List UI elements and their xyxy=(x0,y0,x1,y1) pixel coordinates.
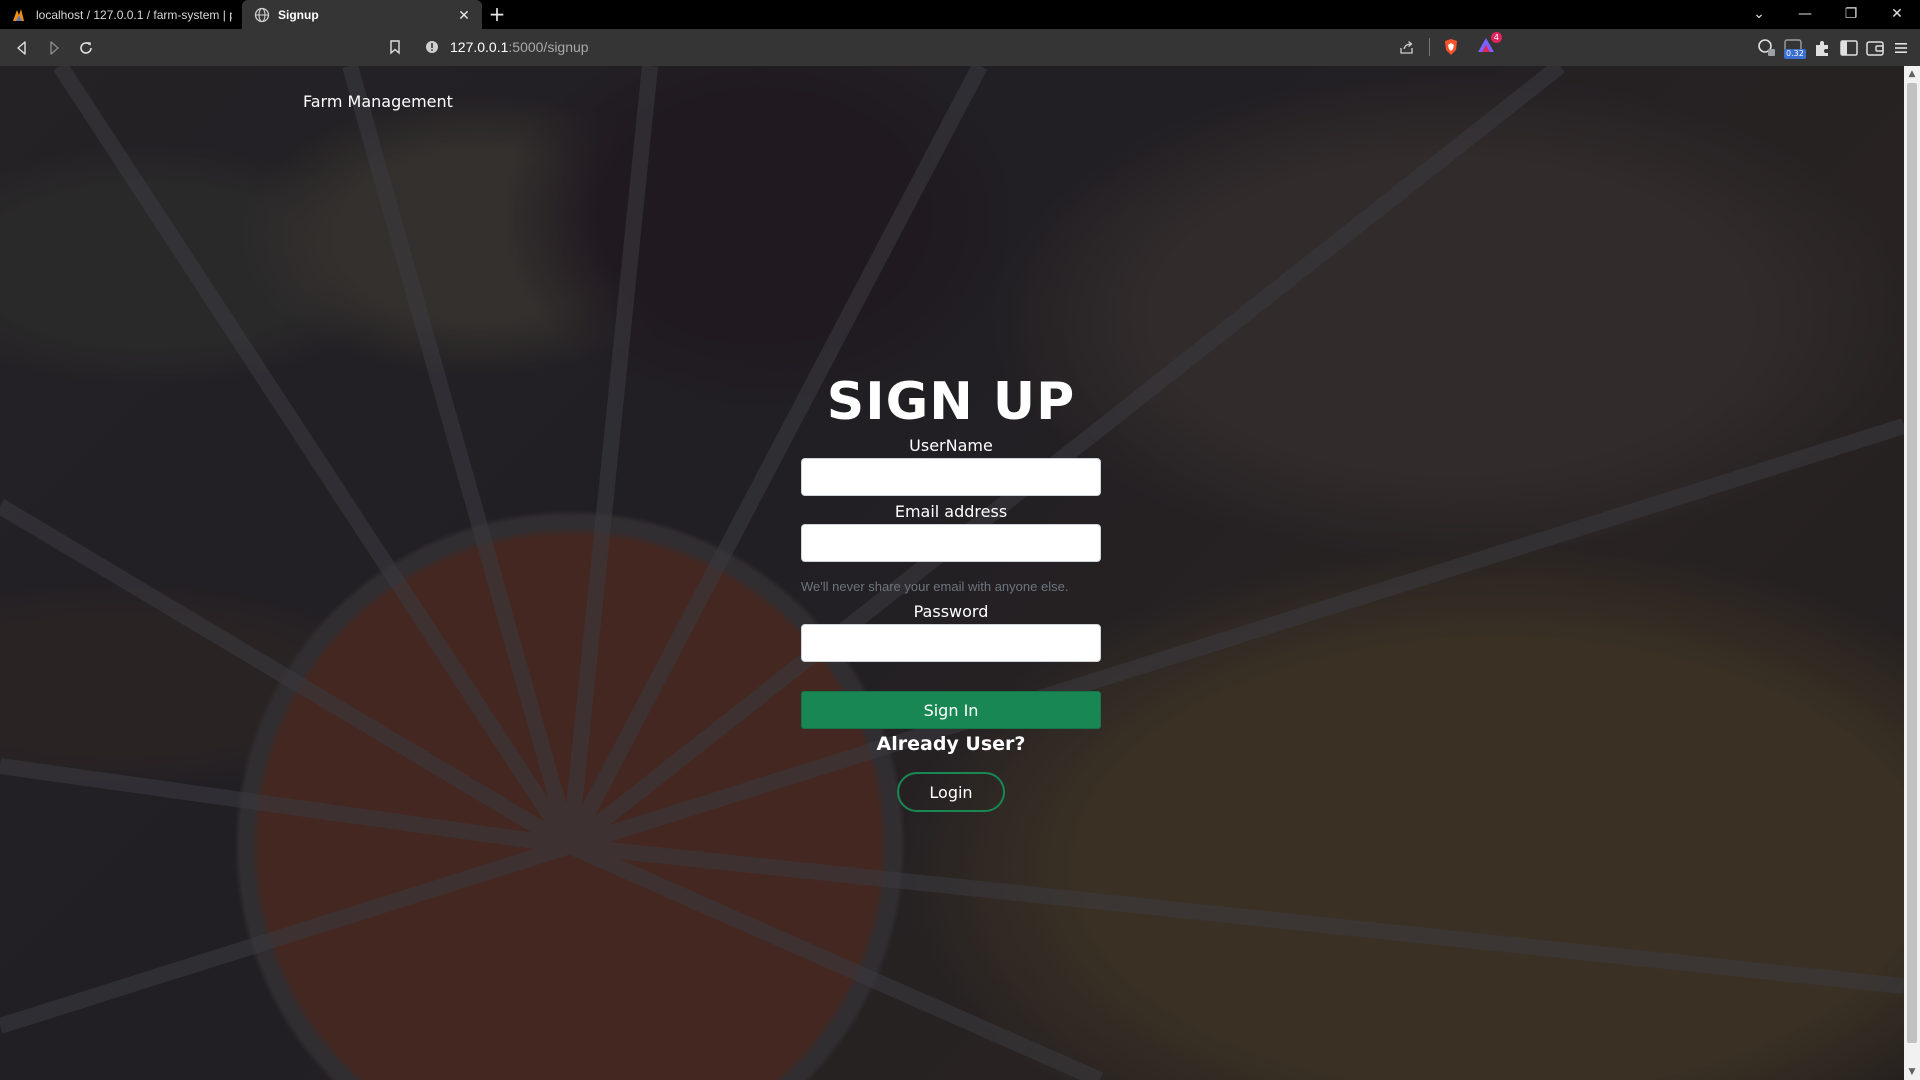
wallet-icon[interactable] xyxy=(1864,37,1886,59)
email-input[interactable] xyxy=(801,524,1101,562)
page-viewport: Farm Management SIGN UP UserName Email a… xyxy=(0,66,1904,1080)
extension-search-icon[interactable] xyxy=(1756,37,1778,59)
close-window-icon[interactable]: ✕ xyxy=(1874,0,1920,29)
signup-form: SIGN UP UserName Email address We'll nev… xyxy=(801,372,1101,812)
address-bar[interactable]: 127.0.0.1:5000/signup 4 xyxy=(388,32,1502,60)
timer-badge: 0.32 xyxy=(1784,48,1806,59)
forward-icon[interactable] xyxy=(38,32,70,64)
url-text[interactable]: 127.0.0.1:5000/signup xyxy=(450,39,589,55)
close-tab-icon[interactable]: ✕ xyxy=(456,7,472,23)
info-icon[interactable] xyxy=(424,39,440,55)
password-label: Password xyxy=(913,602,989,621)
brave-rewards-icon[interactable]: 4 xyxy=(1476,32,1502,58)
restore-icon[interactable]: ❐ xyxy=(1828,0,1874,29)
puzzle-icon[interactable] xyxy=(1812,37,1834,59)
extension-icons: 0.32 xyxy=(1756,29,1912,66)
back-icon[interactable] xyxy=(6,32,38,64)
already-user-text: Already User? xyxy=(876,733,1026,755)
tab-strip: localhost / 127.0.0.1 / farm-system | p … xyxy=(0,0,1920,29)
username-label: UserName xyxy=(909,436,993,455)
email-label: Email address xyxy=(894,502,1008,521)
tab-title: Signup xyxy=(278,7,319,22)
scroll-up-icon[interactable]: ▲ xyxy=(1904,66,1920,82)
scrollbar[interactable]: ▲ ▼ xyxy=(1904,66,1920,1080)
tab-search-icon[interactable]: ⌄ xyxy=(1736,0,1782,29)
username-input[interactable] xyxy=(801,458,1101,496)
phpmyadmin-icon xyxy=(13,8,24,21)
extension-timer-icon[interactable]: 0.32 xyxy=(1782,37,1808,59)
globe-icon xyxy=(254,7,270,22)
menu-icon[interactable] xyxy=(1890,37,1912,59)
sign-in-button[interactable]: Sign In xyxy=(801,691,1101,729)
tab-signup[interactable]: Signup ✕ xyxy=(242,0,482,29)
reload-icon[interactable] xyxy=(70,32,102,64)
scroll-down-icon[interactable]: ▼ xyxy=(1904,1064,1920,1080)
brave-shield-icon[interactable] xyxy=(1442,38,1460,56)
bookmark-icon[interactable] xyxy=(388,39,402,55)
login-button[interactable]: Login xyxy=(897,772,1005,812)
scrollbar-thumb[interactable] xyxy=(1907,83,1917,1043)
window-controls: ⌄ — ❐ ✕ xyxy=(1736,0,1920,29)
rewards-badge: 4 xyxy=(1490,32,1502,43)
sidebar-icon[interactable] xyxy=(1838,37,1860,59)
browser-toolbar: 127.0.0.1:5000/signup 4 0.32 xyxy=(0,29,1920,66)
tab-phpmyadmin[interactable]: localhost / 127.0.0.1 / farm-system | p xyxy=(0,0,242,29)
password-input[interactable] xyxy=(801,624,1101,662)
email-help-text: We'll never share your email with anyone… xyxy=(801,579,1069,594)
new-tab-button[interactable]: + xyxy=(482,0,512,29)
share-icon[interactable] xyxy=(1399,39,1415,55)
tab-title: localhost / 127.0.0.1 / farm-system | p xyxy=(36,7,232,22)
page-title: SIGN UP xyxy=(826,372,1076,432)
minimize-icon[interactable]: — xyxy=(1782,0,1828,29)
browser-window: localhost / 127.0.0.1 / farm-system | p … xyxy=(0,0,1920,1080)
navbar-brand[interactable]: Farm Management xyxy=(303,92,453,111)
